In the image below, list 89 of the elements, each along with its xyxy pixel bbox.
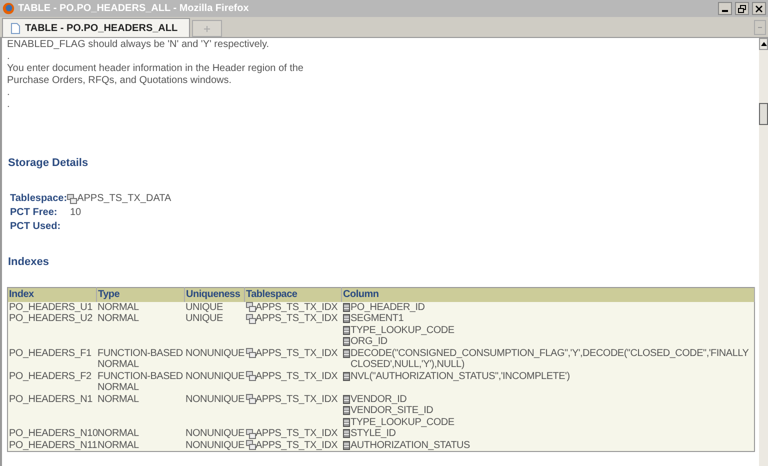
field-label: Tablespace: bbox=[10, 192, 68, 206]
table-cell: ORG_ID bbox=[350, 336, 388, 348]
field-value: 10 bbox=[70, 206, 82, 220]
table-cell: APPS_TS_TX_IDX bbox=[256, 394, 338, 405]
column-header: Column bbox=[342, 288, 754, 302]
table-cell: NORMAL bbox=[98, 302, 139, 312]
field-label: PCT Used: bbox=[10, 220, 62, 234]
field-label: PCT Free: bbox=[10, 206, 58, 220]
table-cell: APPS_TS_TX_IDX bbox=[256, 313, 338, 324]
table-cell: PO_HEADERS_U2 bbox=[9, 313, 92, 324]
table-cell: APPS_TS_TX_IDX bbox=[256, 428, 338, 440]
tablespace-icon bbox=[246, 428, 256, 439]
column-header: Type bbox=[96, 288, 184, 302]
table-cell: NORMAL bbox=[98, 428, 139, 439]
column-icon bbox=[342, 314, 350, 323]
column-icon bbox=[342, 394, 350, 404]
table-cell: APPS_TS_TX_IDX bbox=[256, 440, 338, 451]
column-icon bbox=[342, 337, 350, 346]
description-text: . bbox=[7, 51, 10, 63]
table-cell: FUNCTION-BASED NORMAL bbox=[98, 370, 183, 393]
restore-button[interactable] bbox=[735, 2, 749, 15]
table-cell: STYLE_ID bbox=[350, 428, 396, 440]
table-cell: NONUNIQUE bbox=[186, 440, 244, 450]
table-cell: VENDOR_ID bbox=[350, 394, 407, 405]
table-cell: APPS_TS_TX_IDX bbox=[256, 370, 338, 382]
table-cell: NONUNIQUE bbox=[186, 370, 244, 382]
column-header: Index bbox=[8, 288, 96, 302]
tablespace-icon bbox=[246, 314, 256, 324]
table-cell: PO_HEADER_ID bbox=[350, 302, 425, 313]
column-icon bbox=[342, 326, 350, 334]
description-text: You enter document header information in the Header region of the bbox=[7, 63, 304, 75]
table-cell: UNIQUE bbox=[186, 313, 223, 324]
description-text: ENABLED_FLAG should always be 'N' and 'Y' respectively. bbox=[7, 39, 270, 51]
close-button[interactable] bbox=[752, 2, 766, 15]
table-cell: TYPE_LOOKUP_CODE bbox=[350, 416, 454, 428]
table-cell: PO_HEADERS_F1 bbox=[9, 348, 92, 358]
scroll-thumb[interactable] bbox=[759, 103, 768, 125]
table-cell: APPS_TS_TX_IDX bbox=[256, 348, 338, 359]
description-text: . bbox=[7, 87, 10, 99]
column-icon bbox=[342, 418, 350, 426]
table-cell: VENDOR_SITE_ID bbox=[350, 405, 434, 416]
column-icon bbox=[342, 406, 350, 415]
table-cell-text: DECODE("CONSIGNED_CONSUMPTION_FLAG",'Y',DECODE("CLOSED_CODE",'FINALLY CLOSED',NULL,'Y'),NULL) bbox=[350, 348, 750, 370]
browser-logo-icon bbox=[2, 2, 15, 15]
table-cell: SEGMENT1 bbox=[350, 313, 404, 324]
table-cell: PO_HEADERS_U1 bbox=[9, 302, 92, 312]
window-title: TABLE - PO.PO_HEADERS_ALL - Mozilla Firefox bbox=[18, 2, 249, 16]
table-cell: PO_HEADERS_F2 bbox=[9, 370, 92, 382]
tablespace-icon bbox=[246, 394, 256, 404]
tablespace-icon bbox=[246, 302, 256, 312]
table-cell: NONUNIQUE bbox=[186, 394, 244, 404]
description-text: . bbox=[7, 99, 10, 111]
table-cell: NORMAL bbox=[98, 313, 139, 324]
table-cell: FUNCTION-BASED NORMAL bbox=[98, 348, 183, 370]
table-cell: UNIQUE bbox=[186, 302, 223, 312]
table-cell: NONUNIQUE bbox=[186, 348, 244, 358]
table-cell: PO_HEADERS_N11 bbox=[9, 440, 98, 450]
tablespace-icon bbox=[67, 194, 78, 204]
table-cell: PO_HEADERS_N1 bbox=[9, 394, 92, 404]
table-cell: AUTHORIZATION_STATUS bbox=[350, 440, 470, 451]
table-cell: NORMAL bbox=[98, 394, 139, 404]
page-icon bbox=[11, 22, 20, 34]
restore-icon bbox=[738, 4, 746, 12]
column-icon bbox=[342, 429, 350, 438]
close-icon bbox=[755, 4, 763, 12]
minimize-button[interactable] bbox=[718, 2, 732, 15]
section-heading: Storage Details bbox=[7, 156, 90, 171]
table-cell: NVL("AUTHORIZATION_STATUS",'INCOMPLETE') bbox=[350, 370, 570, 382]
field-value: APPS_TS_TX_DATA bbox=[77, 192, 172, 206]
description-text: Purchase Orders, RFQs, and Quotations windows. bbox=[7, 75, 232, 87]
section-heading: Indexes bbox=[7, 254, 50, 270]
tablespace-icon bbox=[246, 348, 256, 358]
column-icon bbox=[342, 302, 350, 312]
up-arrow-icon bbox=[760, 42, 766, 46]
table-cell: TYPE_LOOKUP_CODE bbox=[350, 324, 454, 336]
table-cell: PO_HEADERS_N10 bbox=[9, 428, 98, 439]
scroll-up-button[interactable] bbox=[759, 38, 768, 50]
table-cell: NORMAL bbox=[98, 440, 139, 450]
column-icon bbox=[342, 372, 350, 380]
dash-icon bbox=[758, 26, 762, 28]
tablespace-icon bbox=[246, 371, 256, 382]
column-icon bbox=[342, 440, 350, 450]
table-cell: APPS_TS_TX_IDX bbox=[256, 302, 338, 313]
plus-icon bbox=[204, 26, 210, 32]
browser-tab[interactable]: TABLE - PO.PO_HEADERS_ALL bbox=[2, 18, 190, 37]
table-cell: NONUNIQUE bbox=[186, 428, 244, 439]
column-icon bbox=[342, 348, 350, 358]
column-header: Uniqueness bbox=[184, 288, 244, 302]
minimize-icon bbox=[722, 10, 728, 12]
